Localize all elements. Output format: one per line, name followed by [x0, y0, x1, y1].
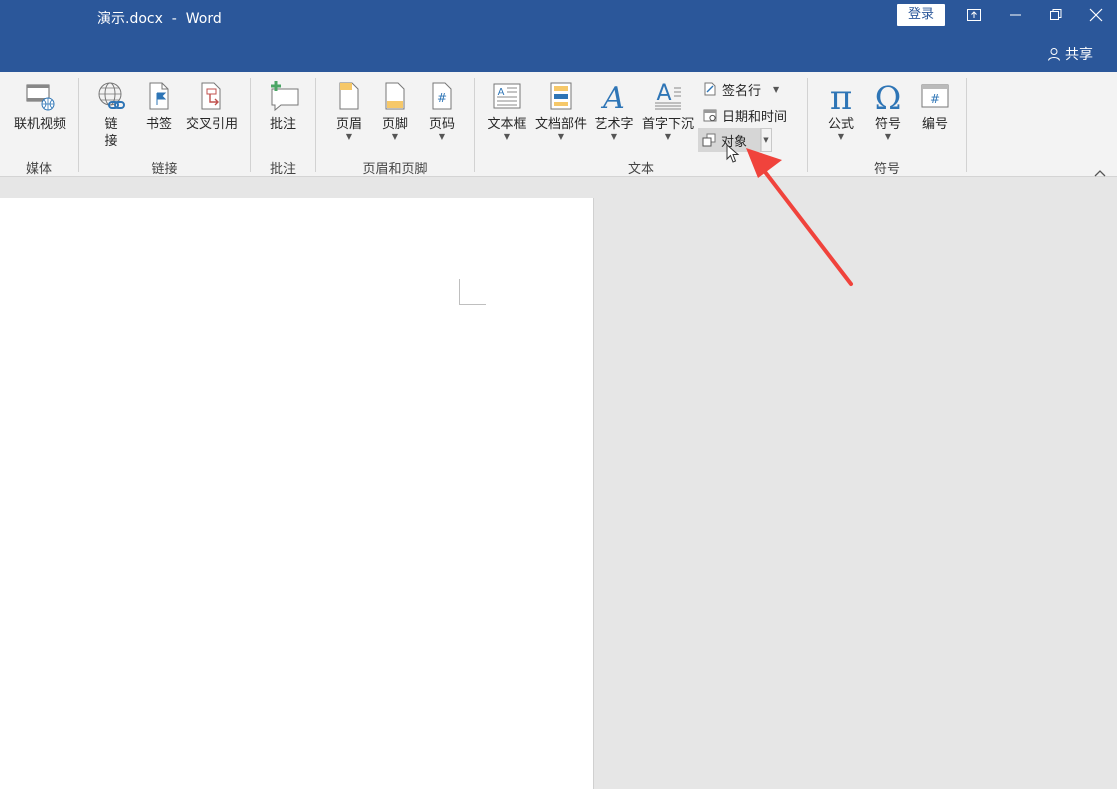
ribbon-display-icon: [967, 9, 981, 21]
link-label-line1: 链: [104, 117, 118, 132]
page-number-label: 页码: [428, 117, 455, 132]
link-label-line2: 接: [104, 134, 118, 149]
document-page[interactable]: [0, 198, 594, 789]
person-icon: [1048, 48, 1060, 61]
chevron-down-icon: ▼: [884, 132, 892, 141]
wordart-icon: A: [598, 80, 630, 116]
drop-cap-button[interactable]: A 首字下沉 ▼: [640, 80, 696, 141]
media-group-label: 媒体: [25, 162, 52, 177]
online-video-button[interactable]: 联机视频: [10, 80, 70, 133]
footer-button[interactable]: 页脚 ▼: [377, 80, 413, 141]
bookmark-icon: [143, 80, 175, 112]
close-button[interactable]: [1076, 2, 1116, 28]
chevron-down-icon: ▼: [503, 132, 511, 141]
login-button[interactable]: 登录: [897, 4, 945, 26]
separator: [966, 78, 967, 172]
page-number-icon: #: [426, 80, 458, 112]
quick-parts-icon: [545, 80, 577, 112]
text-box-label: 文本框: [487, 117, 527, 132]
new-comment-button[interactable]: 批注: [264, 80, 302, 133]
calendar-icon: [703, 109, 717, 122]
chevron-down-icon: ▼: [391, 132, 399, 141]
chevron-down-icon: ▼: [438, 132, 446, 141]
svg-text:A: A: [600, 81, 625, 112]
link-button[interactable]: 链 接: [92, 80, 130, 150]
header-footer-group-label: 页眉和页脚: [362, 162, 428, 177]
pi-icon: π: [825, 78, 857, 118]
date-time-button[interactable]: 日期和时间: [703, 104, 787, 126]
share-label: 共享: [1065, 47, 1093, 63]
cross-reference-icon: [196, 80, 228, 112]
svg-text:#: #: [930, 92, 940, 106]
chevron-up-icon: [1094, 170, 1106, 177]
wordart-label: 艺术字: [594, 117, 634, 132]
chevron-down-icon: ▼: [345, 132, 353, 141]
text-group-label: 文本: [627, 162, 654, 177]
drop-cap-label: 首字下沉: [641, 117, 694, 132]
insert-ribbon: 联机视频 媒体 链 接 书签 交叉引用 链接 批注 批注 页眉 ▼ 页脚 ▼ #…: [0, 72, 1117, 177]
quick-parts-button[interactable]: 文档部件 ▼: [533, 80, 589, 141]
links-group-label: 链接: [151, 162, 178, 177]
signature-line-button[interactable]: 签名行 ▼: [703, 78, 779, 100]
signature-line-label: 签名行: [722, 83, 762, 99]
comment-icon: [267, 80, 299, 112]
omega-icon: Ω: [872, 79, 904, 117]
share-button[interactable]: 共享: [1047, 44, 1093, 64]
bookmark-label: 书签: [145, 117, 172, 132]
comments-group-label: 批注: [269, 162, 296, 177]
text-box-button[interactable]: A 文本框 ▼: [486, 80, 528, 141]
number-icon: #: [919, 80, 951, 112]
minimize-icon: [1010, 14, 1021, 16]
cross-reference-button[interactable]: 交叉引用: [183, 80, 241, 133]
chevron-down-icon: ▼: [610, 132, 618, 141]
bookmark-button[interactable]: 书签: [141, 80, 177, 133]
chevron-down-icon: ▼: [557, 132, 565, 141]
symbols-group-label: 符号: [873, 162, 900, 177]
symbol-label: 符号: [874, 117, 901, 132]
svg-text:A: A: [656, 81, 671, 106]
symbol-button[interactable]: Ω 符号 ▼: [869, 79, 907, 141]
chevron-down-icon: ▼: [837, 132, 845, 141]
date-time-label: 日期和时间: [722, 109, 788, 125]
number-label: 编号: [921, 117, 948, 132]
title-bar: 演示.docx - Word 登录 共享: [0, 0, 1117, 72]
signature-line-icon: [704, 82, 716, 96]
chevron-down-icon: ▼: [763, 136, 769, 144]
object-icon: [702, 133, 716, 147]
object-dropdown-button[interactable]: ▼: [760, 128, 772, 152]
collapse-ribbon-button[interactable]: [1094, 162, 1106, 181]
close-icon: [1089, 8, 1103, 22]
globe-link-icon: [95, 80, 127, 112]
quick-parts-label: 文档部件: [534, 117, 587, 132]
minimize-button[interactable]: [996, 2, 1036, 28]
page-margin-marker: [459, 279, 486, 305]
svg-text:Ω: Ω: [875, 80, 902, 112]
chevron-down-icon: ▼: [664, 132, 672, 141]
header-icon: [333, 80, 365, 112]
restore-icon: [1050, 9, 1062, 20]
film-icon: [24, 80, 56, 112]
comment-label: 批注: [269, 117, 296, 132]
number-button[interactable]: # 编号: [916, 80, 954, 133]
svg-text:#: #: [437, 91, 447, 105]
ribbon-display-options-button[interactable]: [954, 2, 994, 28]
header-button[interactable]: 页眉 ▼: [331, 80, 367, 141]
footer-icon: [379, 80, 411, 112]
drop-cap-icon: A: [652, 80, 684, 112]
chevron-down-icon: ▼: [773, 84, 780, 94]
online-video-label: 联机视频: [13, 117, 66, 132]
svg-text:A: A: [498, 87, 505, 98]
restore-button[interactable]: [1036, 2, 1076, 28]
cross-reference-label: 交叉引用: [185, 117, 238, 132]
footer-label: 页脚: [381, 117, 408, 132]
page-number-button[interactable]: # 页码 ▼: [424, 80, 460, 141]
equation-button[interactable]: π 公式 ▼: [822, 78, 860, 141]
wordart-button[interactable]: A 艺术字 ▼: [593, 80, 635, 141]
equation-label: 公式: [827, 117, 854, 132]
svg-text:π: π: [830, 80, 852, 112]
header-label: 页眉: [335, 117, 362, 132]
text-box-icon: A: [491, 80, 523, 112]
mouse-cursor-icon: [726, 144, 740, 163]
window-title: 演示.docx - Word: [97, 11, 222, 27]
